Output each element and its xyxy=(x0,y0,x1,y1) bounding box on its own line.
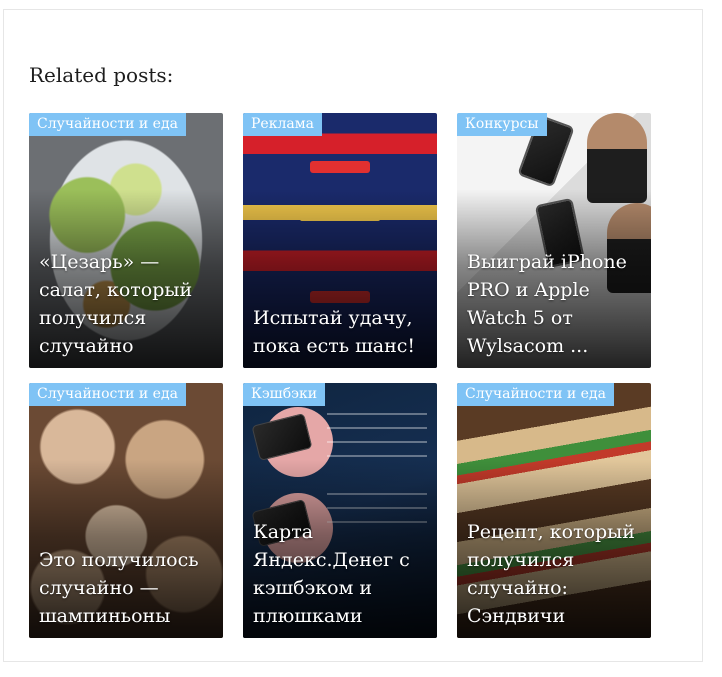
related-posts-heading: Related posts: xyxy=(29,63,174,87)
related-post-card[interactable]: Конкурсы Выиграй iPhone PRO и Apple Watc… xyxy=(457,113,651,368)
related-post-card[interactable]: Случайности и еда «Цезарь» — салат, кото… xyxy=(29,113,223,368)
category-badge[interactable]: Случайности и еда xyxy=(457,383,614,406)
post-title[interactable]: Испытай удачу, пока есть шанс! xyxy=(253,304,429,360)
related-post-card[interactable]: Случайности и еда Это получилось случайн… xyxy=(29,383,223,638)
related-posts-grid: Случайности и еда «Цезарь» — салат, кото… xyxy=(29,113,651,638)
related-post-card[interactable]: Кэшбэки Карта Яндекс.Денег с кэшбэком и … xyxy=(243,383,437,638)
category-badge[interactable]: Реклама xyxy=(243,113,322,136)
post-title[interactable]: Рецепт, который получился случайно: Сэнд… xyxy=(467,518,643,630)
related-post-card[interactable]: Реклама Испытай удачу, пока есть шанс! xyxy=(243,113,437,368)
post-title[interactable]: Карта Яндекс.Денег с кэшбэком и плюшками xyxy=(253,518,429,630)
category-badge[interactable]: Конкурсы xyxy=(457,113,547,136)
post-title[interactable]: Выиграй iPhone PRO и Apple Watch 5 от Wy… xyxy=(467,248,643,360)
related-post-card[interactable]: Случайности и еда Рецепт, который получи… xyxy=(457,383,651,638)
category-badge[interactable]: Случайности и еда xyxy=(29,383,186,406)
category-badge[interactable]: Случайности и еда xyxy=(29,113,186,136)
post-title[interactable]: «Цезарь» — салат, который получился случ… xyxy=(39,248,215,360)
category-badge[interactable]: Кэшбэки xyxy=(243,383,326,406)
post-title[interactable]: Это получилось случайно — шампиньоны xyxy=(39,546,215,630)
